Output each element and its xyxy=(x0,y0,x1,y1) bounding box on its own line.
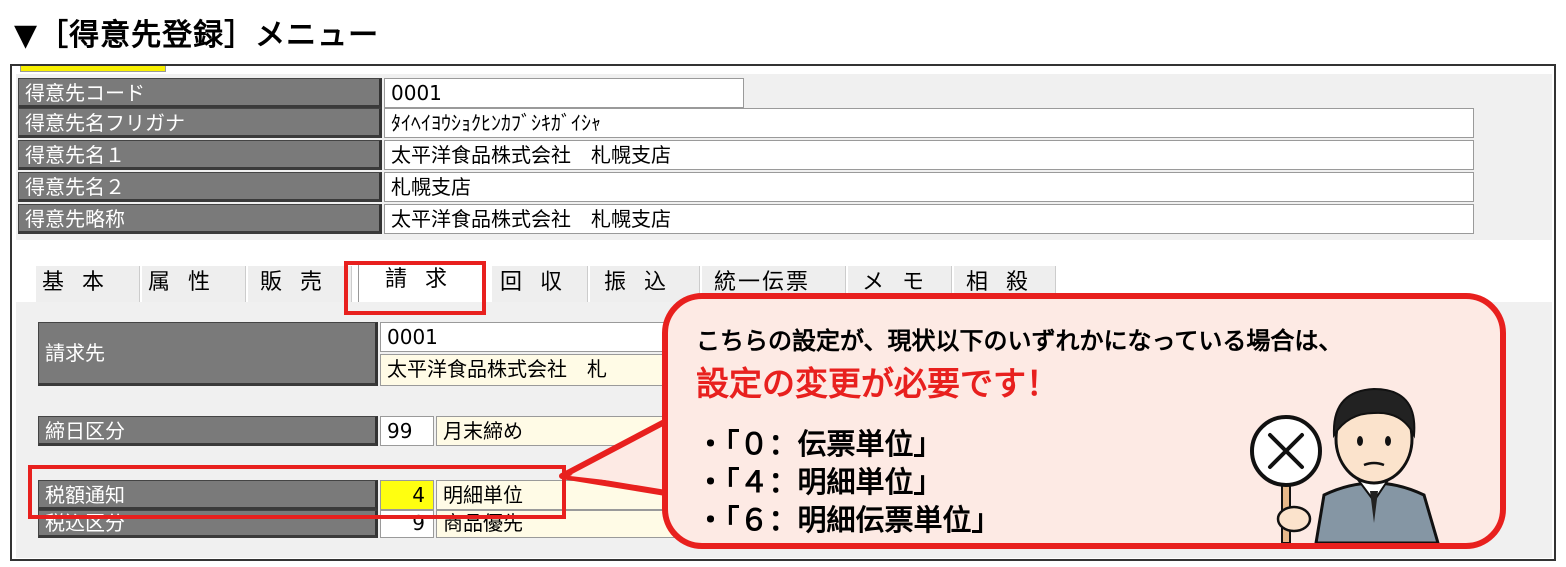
customer-code-field[interactable]: 0001 xyxy=(384,78,744,108)
notice-callout: こちらの設定が、現状以下のいずれかになっている場合は、 設定の変更が必要です！ … xyxy=(662,293,1506,549)
tab-sales[interactable]: 販売 xyxy=(248,266,352,302)
billto-name-field: 太平洋食品株式会社 札 xyxy=(380,354,680,386)
row-customer-short: 得意先略称 太平洋食品株式会社 札幌支店 xyxy=(18,204,1474,234)
row-customer-name1: 得意先名１ 太平洋食品株式会社 札幌支店 xyxy=(18,140,1474,170)
mode-badge xyxy=(20,66,166,72)
customer-name2-label: 得意先名２ xyxy=(18,172,382,202)
customer-short-field[interactable]: 太平洋食品株式会社 札幌支店 xyxy=(384,204,1474,234)
callout-item-2: ・「６：明細伝票単位」 xyxy=(696,503,1001,537)
callout-line2: 設定の変更が必要です！ xyxy=(696,364,1059,403)
billto-fields: 0001 太平洋食品株式会社 札 xyxy=(380,322,680,386)
tax-notice-highlight xyxy=(28,465,566,519)
row-customer-code: 得意先コード 0001 xyxy=(18,78,744,108)
tab-collection[interactable]: 回収 xyxy=(492,266,588,302)
row-billto: 請求先 0001 太平洋食品株式会社 札 xyxy=(38,322,680,386)
billto-code-field[interactable]: 0001 xyxy=(380,322,680,352)
customer-kana-field[interactable]: ﾀｲﾍｲﾖｳｼｮｸﾋﾝｶﾌﾞｼｷｶﾞｲｼｬ xyxy=(384,108,1474,138)
customer-name1-field[interactable]: 太平洋食品株式会社 札幌支店 xyxy=(384,140,1474,170)
customer-kana-label: 得意先名フリガナ xyxy=(18,108,382,138)
person-with-x-sign-icon xyxy=(1250,387,1440,543)
billto-label: 請求先 xyxy=(38,322,378,386)
row-customer-name2: 得意先名２ 札幌支店 xyxy=(18,172,1474,202)
row-closing-day: 締日区分 99 月末締め xyxy=(38,416,686,446)
callout-item-1: ・「４：明細単位」 xyxy=(696,465,943,499)
customer-code-label: 得意先コード xyxy=(18,78,382,108)
tab-basic[interactable]: 基本 xyxy=(36,266,140,302)
closing-day-code-field[interactable]: 99 xyxy=(380,416,434,446)
closing-day-name: 月末締め xyxy=(436,416,686,446)
row-customer-kana: 得意先名フリガナ ﾀｲﾍｲﾖｳｼｮｸﾋﾝｶﾌﾞｼｷｶﾞｲｼｬ xyxy=(18,108,1474,138)
callout-item-0: ・「０：伝票単位」 xyxy=(696,427,943,461)
closing-day-label: 締日区分 xyxy=(38,416,378,446)
customer-name1-label: 得意先名１ xyxy=(18,140,382,170)
customer-short-label: 得意先略称 xyxy=(18,204,382,234)
billing-tab-highlight xyxy=(344,261,486,315)
customer-name2-field[interactable]: 札幌支店 xyxy=(384,172,1474,202)
tab-attributes[interactable]: 属性 xyxy=(142,266,246,302)
callout-line1: こちらの設定が、現状以下のいずれかになっている場合は、 xyxy=(696,327,1343,355)
page-heading: ▼［得意先登録］メニュー xyxy=(14,18,380,53)
